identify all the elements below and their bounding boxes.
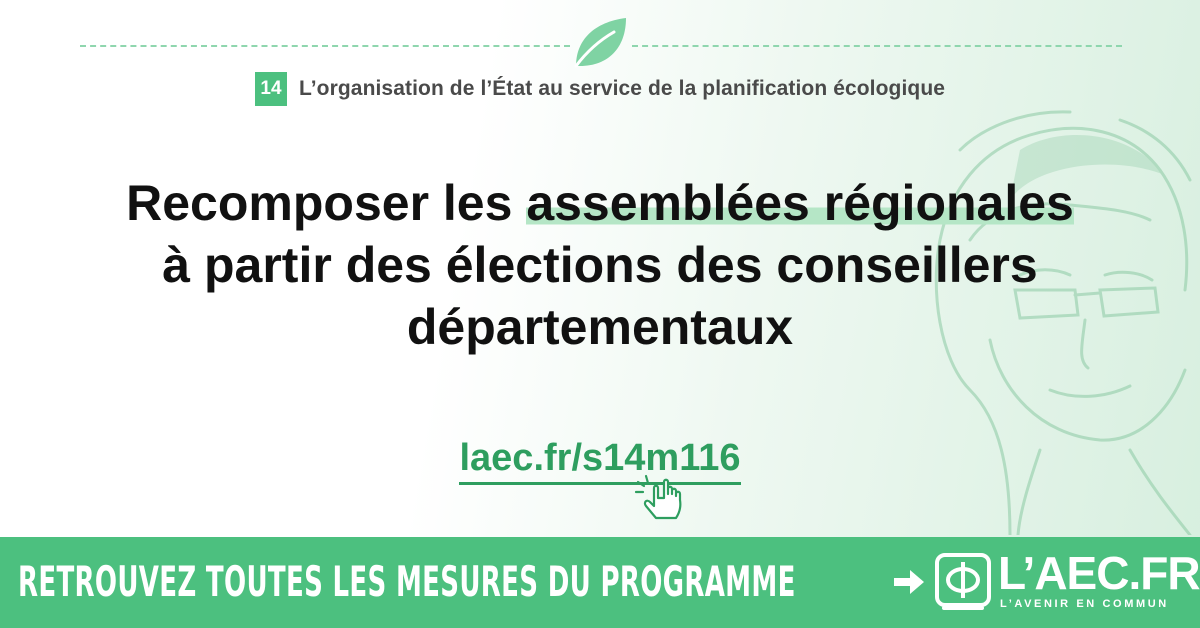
headline-highlight: assemblées régionales (526, 175, 1074, 231)
logo-wordmark[interactable]: L’AEC.FR (998, 549, 1200, 597)
pointer-hand-icon (634, 474, 682, 520)
arrow-right-icon (894, 570, 924, 594)
headline-line-3: départementaux (406, 299, 794, 355)
logo-tagline: L’AVENIR EN COMMUN (1000, 598, 1169, 610)
headline-line-2: à partir des élections des conseillers (162, 237, 1038, 293)
link-container: laec.fr/s14m116 (0, 436, 1200, 485)
headline-line-1: Recomposer les assemblées régionales (0, 172, 1200, 234)
phi-logo-icon (935, 553, 991, 610)
measure-headline: Recomposer les assemblées régionales à p… (0, 172, 1200, 358)
section-number-badge: 14 (254, 72, 287, 106)
measure-link[interactable]: laec.fr/s14m116 (459, 436, 741, 485)
dashed-divider-right (632, 45, 1122, 47)
banner-cta-text[interactable]: RETROUVEZ TOUTES LES MESURES DU PROGRAMM… (18, 557, 796, 606)
section-title: L’organisation de l’État au service de l… (298, 77, 946, 100)
headline-part-1: Recomposer les (126, 175, 527, 231)
section-header: 14 L’organisation de l’État au service d… (0, 72, 1200, 106)
dashed-divider-left (80, 45, 570, 47)
leaf-icon (574, 18, 626, 68)
